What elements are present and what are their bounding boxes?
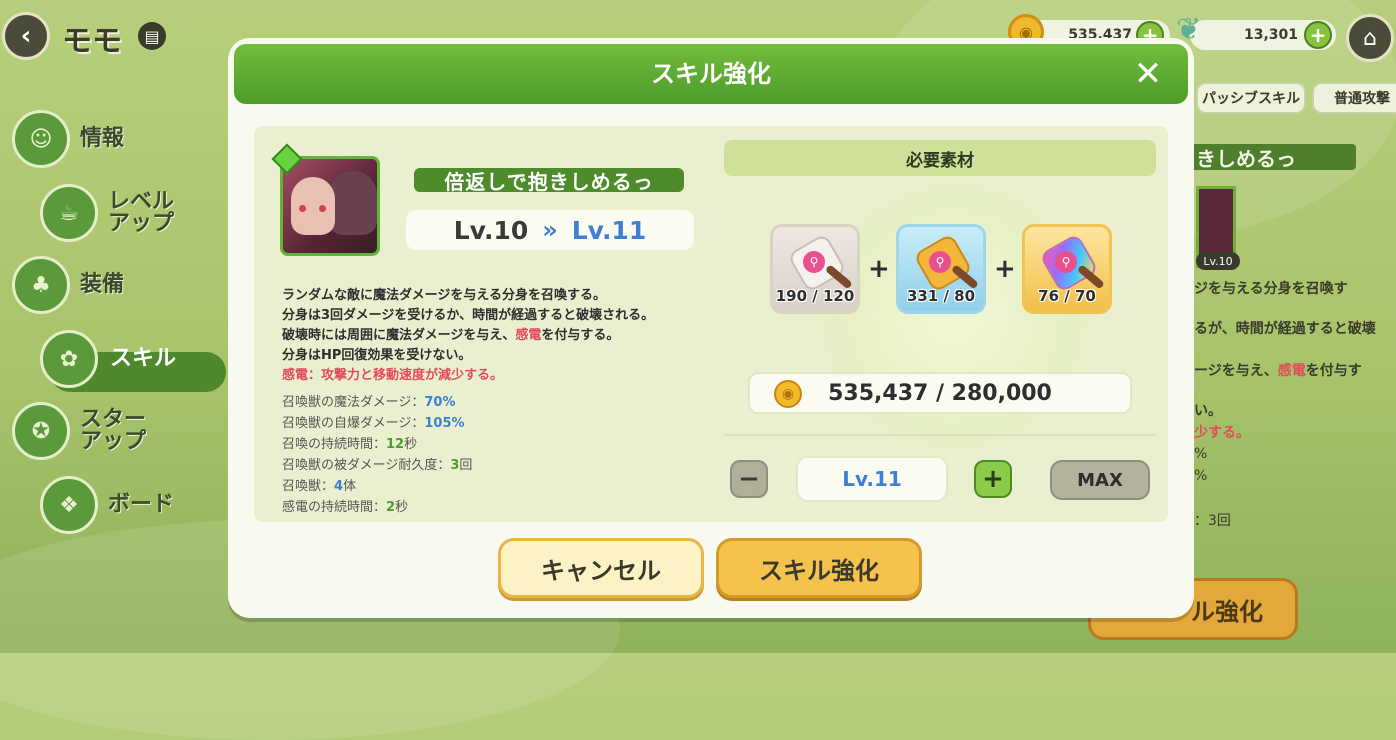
bg-desc-line: るが、時間が経過すると破壊 (1194, 321, 1376, 337)
material-slot[interactable]: ⚲ 331 / 80 (896, 224, 986, 314)
close-icon: ✕ (1133, 54, 1163, 94)
plus-sign: + (868, 254, 890, 284)
materials-header: 必要素材 (724, 140, 1156, 176)
skill-stats: 召喚獣の魔法ダメージ：70% 召喚獣の自爆ダメージ：105% 召喚の持続時間：1… (282, 392, 712, 518)
sidebar-item-star-up[interactable]: ✪ スター アップ (12, 402, 146, 460)
home-button[interactable]: ⌂ (1346, 14, 1394, 62)
skill-panel: 倍返しで抱きしめるっ Lv.10 » Lv.11 ランダムな敵に魔法ダメージを与… (254, 126, 1168, 522)
tab-passive-skill[interactable]: パッシブスキル (1196, 82, 1306, 114)
coin-cost: ◉ 535,437 / 280,000 (748, 372, 1132, 414)
coin-cost-value: 535,437 / 280,000 (828, 380, 1052, 406)
level-transition: Lv.10 » Lv.11 (406, 210, 694, 250)
sidebar-item-equipment[interactable]: ♣ 装備 (12, 256, 124, 314)
stat-row: 召喚獣の被ダメージ耐久度：3回 (282, 458, 473, 473)
sidebar-item-level-up[interactable]: ☕ レベル アップ (40, 184, 174, 242)
skill-icon (280, 156, 380, 256)
divider (724, 434, 1156, 436)
material-slot[interactable]: ⚲ 76 / 70 (1022, 224, 1112, 314)
increase-level-button[interactable]: + (974, 460, 1012, 498)
max-level-button[interactable]: MAX (1050, 460, 1150, 500)
coin-icon: ◉ (774, 380, 802, 408)
description-line: ランダムな敵に魔法ダメージを与える分身を召喚する。 (282, 288, 606, 303)
book-icon[interactable]: ▤ (138, 22, 166, 50)
star-icon: ✪ (12, 402, 70, 460)
target-level-field[interactable]: Lv.11 (796, 456, 948, 502)
skill-icon: ✿ (40, 330, 98, 388)
sidebar-item-label: レベル アップ (108, 189, 175, 236)
sidebar-item-board[interactable]: ❖ ボード (40, 476, 174, 534)
tab-normal-attack[interactable]: 普通攻撃 (1312, 82, 1396, 114)
bg-stat: ：3回 (1194, 513, 1231, 529)
board-icon: ❖ (40, 476, 98, 534)
stat-row: 召喚獣の魔法ダメージ：70% (282, 395, 456, 410)
equipment-icon: ♣ (12, 256, 70, 314)
stat-row: 召喚獣：4体 (282, 479, 357, 494)
modal-header: スキル強化 ✕ (234, 44, 1188, 104)
bg-desc-line: い。 (1194, 403, 1222, 419)
bg-stat: % (1194, 468, 1208, 484)
bg-desc-line: 少する。 (1194, 425, 1250, 441)
home-icon: ⌂ (1363, 25, 1377, 51)
bg-skill-name: きしめるっ (1190, 144, 1356, 171)
skill-upgrade-button[interactable]: スキル強化 (716, 538, 922, 598)
skill-upgrade-modal: スキル強化 ✕ 倍返しで抱きしめるっ Lv.10 » Lv.11 ランダムな敵に… (228, 38, 1194, 618)
back-button[interactable]: ‹ (2, 12, 50, 60)
description-line: 分身は3回ダメージを受けるか、時間が経過すると破壊される。 (282, 308, 655, 323)
chevron-left-icon: ‹ (20, 21, 32, 51)
level-up-icon: ☕ (40, 184, 98, 242)
level-from: Lv.10 (453, 215, 529, 245)
cancel-button[interactable]: キャンセル (498, 538, 704, 598)
character-name: モモ (62, 24, 122, 59)
bg-level-badge: Lv.10 (1196, 252, 1240, 270)
bg-desc-line: ージを与え、感電を付与す (1194, 363, 1362, 379)
description-line: 破壊時には周囲に魔法ダメージを与え、感電を付与する。 (282, 328, 620, 343)
skill-name: 倍返しで抱きしめるっ (414, 168, 684, 194)
stat-row: 召喚の持続時間：12秒 (282, 437, 418, 452)
plus-sign: + (994, 254, 1016, 284)
description-line: 分身はHP回復効果を受けない。 (282, 348, 472, 363)
sidebar-item-skill[interactable]: ✿ スキル (40, 330, 176, 388)
material-count: 331 / 80 (906, 287, 976, 305)
add-crystal-button[interactable]: + (1304, 21, 1332, 49)
sidebar-item-label: ボード (108, 492, 175, 517)
modal-title: スキル強化 (651, 60, 771, 88)
sidebar-item-info[interactable]: ☺ 情報 (12, 110, 124, 168)
stat-row: 感電の持続時間：2秒 (282, 500, 409, 515)
info-icon: ☺ (12, 110, 70, 168)
decrease-level-button[interactable]: − (730, 460, 768, 498)
level-to: Lv.11 (571, 215, 647, 245)
material-slot[interactable]: ⚲ 190 / 120 (770, 224, 860, 314)
bg-stat: % (1194, 446, 1208, 462)
sidebar-item-label: スター アップ (80, 407, 147, 454)
sidebar-item-label: スキル (110, 346, 177, 371)
bg-desc-line: ジを与える分身を召喚す (1194, 281, 1348, 297)
double-chevron-right-icon: » (542, 216, 558, 244)
sidebar-item-label: 情報 (80, 126, 125, 151)
sidebar-item-label: 装備 (80, 272, 125, 297)
material-count: 76 / 70 (1038, 287, 1096, 305)
description-line: 感電：攻撃力と移動速度が減少する。 (282, 368, 504, 383)
material-count: 190 / 120 (775, 287, 855, 305)
close-button[interactable]: ✕ (1130, 54, 1166, 94)
stat-row: 召喚獣の自爆ダメージ：105% (282, 416, 465, 431)
skill-description: ランダムな敵に魔法ダメージを与える分身を召喚する。 分身は3回ダメージを受けるか… (282, 286, 712, 386)
